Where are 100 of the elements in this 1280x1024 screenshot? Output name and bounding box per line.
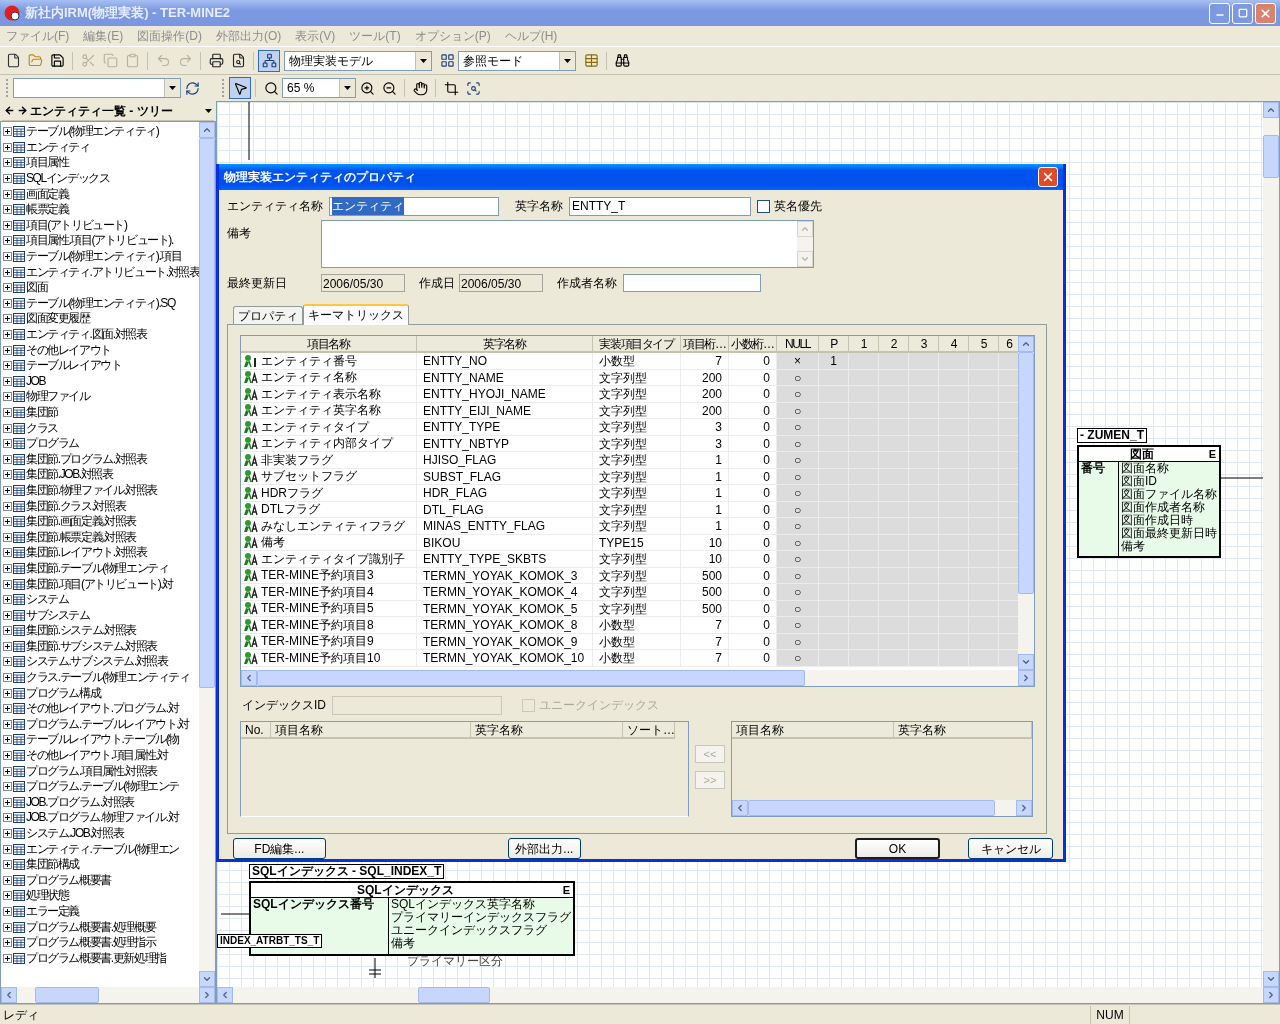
column-header[interactable]: 英字名称	[417, 336, 593, 353]
tree-item[interactable]: その他レイアウト.項目属性.対	[26, 748, 168, 764]
close-button[interactable]	[1255, 2, 1276, 24]
expand-icon[interactable]	[3, 922, 12, 932]
tree-item[interactable]: 集団節.テーブル(物理エンティ	[26, 560, 169, 576]
expand-icon[interactable]	[3, 439, 12, 449]
tree-item[interactable]: 帳票定義	[26, 202, 69, 218]
tree-item[interactable]: 集団節.項目(アトリビュート).対	[26, 576, 173, 592]
expand-icon[interactable]	[3, 844, 12, 854]
tree-item[interactable]: 集団節.帳票定義.対照表	[26, 529, 136, 545]
scroll-thumb[interactable]	[35, 987, 99, 1003]
column-header[interactable]: 2	[879, 336, 909, 353]
expand-icon[interactable]	[3, 719, 12, 729]
tree-item[interactable]: 集団節.レイアウト.対照表	[26, 545, 147, 561]
tree-item[interactable]: 画面定義	[26, 186, 69, 202]
column-header[interactable]: 項目名称	[241, 336, 417, 353]
expand-icon[interactable]	[3, 813, 12, 823]
expand-icon[interactable]	[3, 236, 12, 246]
tree-item[interactable]: SQLインデックス	[26, 171, 110, 187]
expand-icon[interactable]	[3, 345, 12, 355]
tree-item[interactable]: 項目属性.項目(アトリビュート).	[26, 233, 173, 249]
expand-icon[interactable]	[3, 298, 12, 308]
tree-item[interactable]: プログラム構成	[26, 685, 101, 701]
expand-icon[interactable]	[3, 127, 12, 137]
restore-button[interactable]	[1232, 2, 1253, 24]
layout-toggle-button[interactable]	[258, 49, 280, 72]
vertical-scrollbar[interactable]	[1018, 336, 1034, 670]
tree-item[interactable]: テーブル(物理エンティティ).SQ	[26, 295, 175, 311]
expand-icon[interactable]	[3, 174, 12, 184]
minimize-button[interactable]	[1209, 2, 1230, 24]
tree-item[interactable]: テーブルレイアウト	[26, 358, 122, 374]
entity-name-field[interactable]: エンティティ	[329, 196, 499, 216]
tree-item[interactable]: 集団節	[26, 405, 58, 420]
horizontal-scrollbar[interactable]	[217, 987, 1279, 1003]
expand-icon[interactable]	[3, 470, 12, 480]
tree-item[interactable]: テーブルレイアウト.テーブル(物	[26, 732, 179, 748]
tree-item[interactable]: 集団節.サブシステム.対照表	[26, 638, 158, 654]
tree-item[interactable]: 図面変更履歴	[26, 311, 90, 327]
column-header[interactable]: 6	[999, 336, 1018, 353]
tree-item[interactable]: プログラム.テーブル(物理エンテ	[26, 779, 179, 795]
tree-item[interactable]: 項目属性	[26, 155, 69, 171]
tree-item[interactable]: プログラム概要書	[26, 872, 111, 888]
column-header[interactable]: NULL	[777, 336, 819, 353]
tree-item[interactable]: システム	[26, 592, 69, 608]
expand-icon[interactable]	[3, 485, 12, 495]
zoom-select[interactable]: 65 %	[282, 78, 356, 98]
dialog-button[interactable]: キャンセル	[968, 838, 1053, 859]
expand-icon[interactable]	[3, 735, 12, 745]
expand-icon[interactable]	[3, 361, 12, 371]
vertical-scrollbar[interactable]	[199, 122, 215, 987]
expand-icon[interactable]	[3, 688, 12, 698]
expand-icon[interactable]	[3, 657, 12, 667]
dialog-button[interactable]: FD編集...	[233, 838, 326, 859]
tree-item[interactable]: 集団節.プログラム.対照表	[26, 451, 147, 467]
column-header[interactable]: 項目桁…	[681, 336, 729, 353]
expand-icon[interactable]	[3, 610, 12, 620]
horizontal-scrollbar[interactable]	[1, 987, 215, 1003]
column-header[interactable]: 5	[969, 336, 999, 353]
tab[interactable]: プロパティ	[233, 306, 303, 324]
tree-item[interactable]: 集団節.システム.対照表	[26, 623, 136, 639]
horizontal-scrollbar[interactable]	[241, 670, 1034, 686]
tree-item[interactable]: プログラム.項目属性.対照表	[26, 763, 158, 779]
expand-icon[interactable]	[3, 189, 12, 199]
index-id-field[interactable]	[332, 695, 502, 715]
expand-icon[interactable]	[3, 158, 12, 168]
column-header[interactable]: 4	[939, 336, 969, 353]
column-header[interactable]: 実装項目タイプ	[593, 336, 681, 353]
tree-item[interactable]: テーブル(物理エンティティ)	[26, 124, 159, 140]
expand-icon[interactable]	[3, 953, 12, 963]
scroll-thumb[interactable]	[418, 987, 491, 1003]
tree-item[interactable]: その他レイアウト.プログラム.対	[26, 701, 179, 717]
expand-icon[interactable]	[3, 875, 12, 885]
expand-icon[interactable]	[3, 142, 12, 152]
expand-icon[interactable]	[3, 392, 12, 402]
select-tool-button[interactable]	[229, 77, 251, 99]
tree-item[interactable]: プログラム概要書.更新処理指	[26, 950, 166, 966]
scroll-thumb[interactable]	[199, 138, 215, 688]
scroll-thumb[interactable]	[748, 800, 995, 816]
scroll-thumb[interactable]	[257, 670, 805, 686]
tree-item[interactable]: 集団節構成	[26, 857, 79, 873]
expand-icon[interactable]	[3, 220, 12, 230]
expand-icon[interactable]	[3, 563, 12, 573]
tree-item[interactable]: プログラム概要書.処理概要	[26, 919, 156, 935]
vertical-scrollbar[interactable]	[1263, 102, 1279, 987]
expand-icon[interactable]	[3, 579, 12, 589]
tree-item[interactable]: エンティティ	[26, 139, 90, 155]
horizontal-scrollbar[interactable]	[732, 800, 1032, 816]
column-header[interactable]: 3	[909, 336, 939, 353]
expand-icon[interactable]	[3, 517, 12, 527]
tree-item[interactable]: JOB.プログラム.物理ファイル.対	[26, 810, 179, 826]
scroll-thumb[interactable]	[1263, 135, 1279, 178]
tree-item[interactable]: 集団節.物理ファイル.対照表	[26, 482, 158, 498]
expand-icon[interactable]	[3, 641, 12, 651]
expand-icon[interactable]	[3, 782, 12, 792]
tree-item[interactable]: 項目(アトリビュート)	[26, 217, 127, 233]
remarks-field[interactable]	[321, 220, 814, 268]
tree-item[interactable]: 集団節.JOB.対照表	[26, 467, 113, 483]
expand-icon[interactable]	[3, 408, 12, 417]
tree-item[interactable]: システム.サブシステム.対照表	[26, 654, 168, 670]
model-select[interactable]: 物理実装モデル	[284, 50, 432, 71]
